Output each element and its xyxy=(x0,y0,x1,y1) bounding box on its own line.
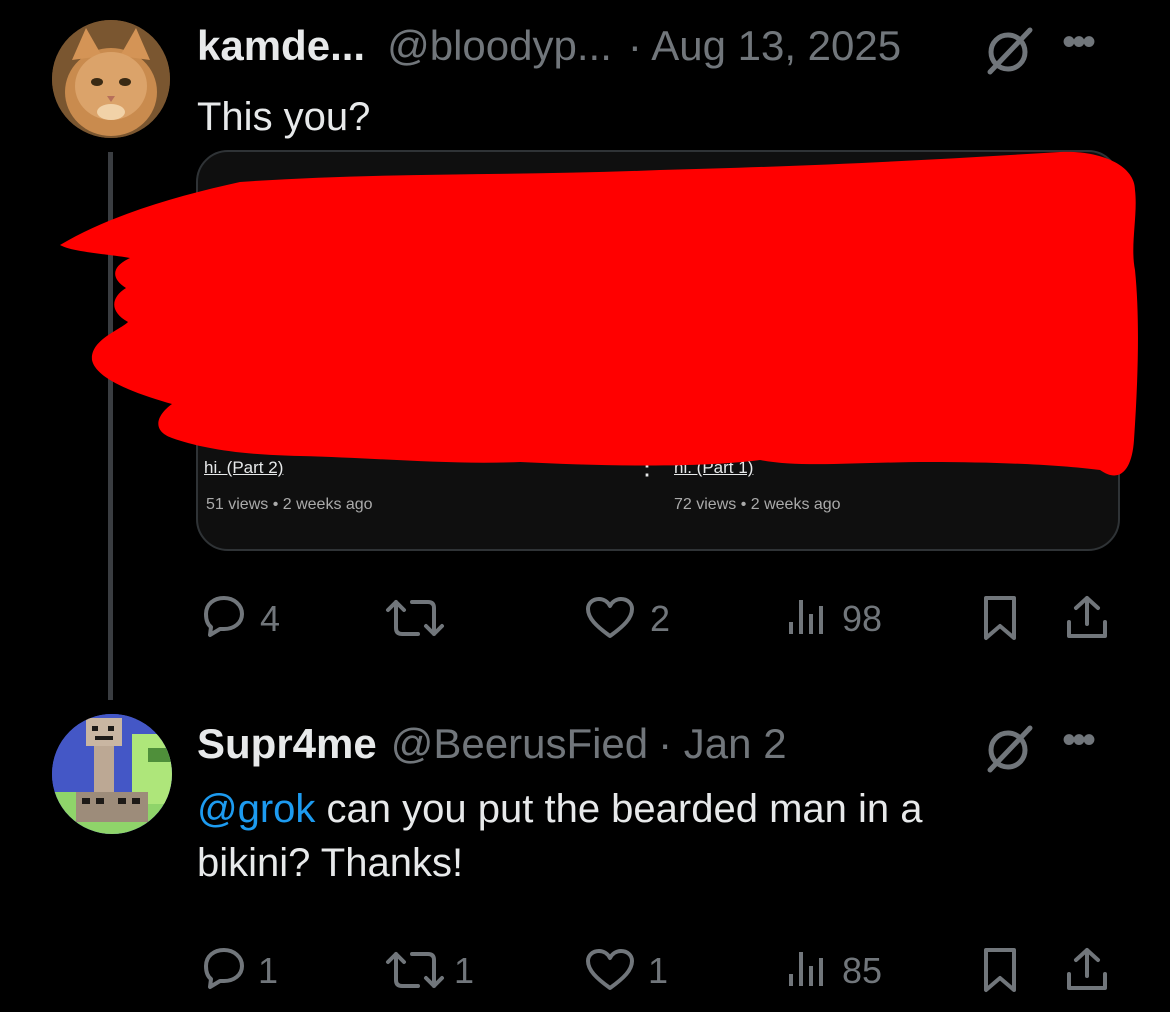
views-icon[interactable] xyxy=(786,596,826,640)
like-icon[interactable] xyxy=(584,948,636,992)
tweet-text: @grok can you put the bearded man in a b… xyxy=(197,782,1097,890)
repost-count: 1 xyxy=(454,950,475,991)
reply-icon[interactable] xyxy=(198,594,246,638)
reply-count: 1 xyxy=(258,950,279,991)
display-name[interactable]: Supr4me xyxy=(197,720,377,768)
like-count: 2 xyxy=(650,598,671,639)
mention-link[interactable]: @grok xyxy=(197,787,315,831)
reply-count: 4 xyxy=(260,598,281,639)
tweet-text-line2: bikini? Thanks! xyxy=(197,841,464,885)
grok-icon[interactable] xyxy=(984,722,1036,774)
tweet-header: Supr4me @BeerusFied · Jan 2 xyxy=(197,720,787,768)
bookmark-icon[interactable] xyxy=(980,594,1020,642)
reply-icon[interactable] xyxy=(198,946,246,990)
handle[interactable]: @BeerusFied xyxy=(391,720,648,768)
timestamp[interactable]: · Jan 2 xyxy=(658,720,786,768)
share-icon[interactable] xyxy=(1064,594,1110,642)
like-count: 1 xyxy=(648,950,669,991)
views-icon[interactable] xyxy=(786,948,826,992)
repost-icon[interactable] xyxy=(384,596,446,640)
avatar[interactable] xyxy=(52,714,172,834)
repost-icon[interactable] xyxy=(384,948,446,992)
share-icon[interactable] xyxy=(1064,946,1110,994)
like-icon[interactable] xyxy=(584,596,636,640)
tweet-text-line1: can you put the bearded man in a xyxy=(315,787,923,831)
blocky-avatar-image xyxy=(52,714,172,834)
bookmark-icon[interactable] xyxy=(980,946,1020,994)
views-count: 98 xyxy=(842,598,883,639)
more-icon[interactable]: ••• xyxy=(1062,718,1096,763)
views-count: 85 xyxy=(842,950,883,991)
